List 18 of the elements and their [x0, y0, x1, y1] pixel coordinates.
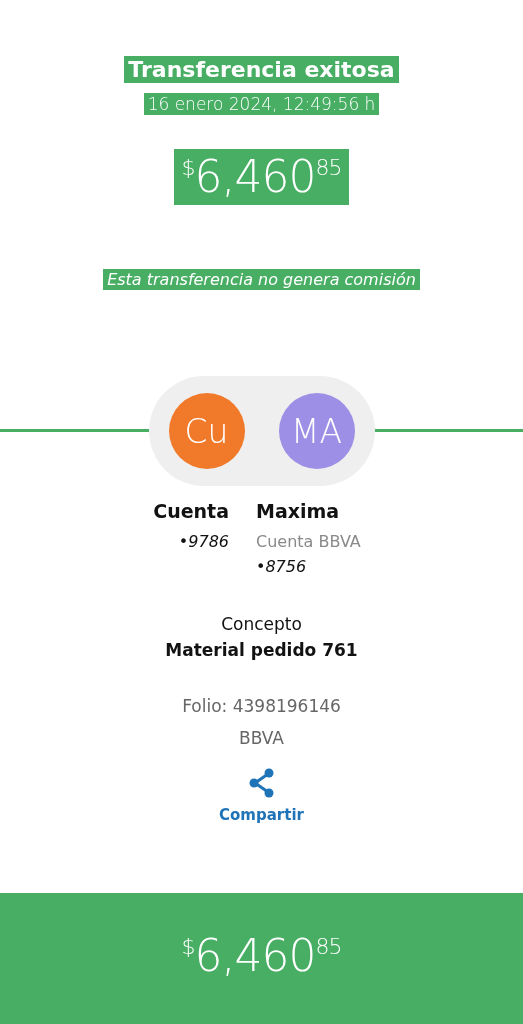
- share-icon[interactable]: [247, 768, 276, 798]
- commission-note: Esta transferencia no genera comisión: [103, 269, 420, 290]
- avatar: MA: [278, 393, 355, 469]
- concept-label: Concepto: [221, 614, 302, 634]
- party-name: Maxima: [256, 500, 341, 522]
- folio: Folio: 4398196146: [182, 696, 341, 716]
- account-number: •8756: [256, 557, 308, 576]
- share-link[interactable]: Compartir: [219, 806, 304, 824]
- page-title: Transferencia exitosa: [124, 56, 399, 83]
- concept-value: Material pedido 761: [165, 640, 358, 660]
- account-number: •9786: [178, 532, 229, 551]
- bank-name: Cuenta BBVA: [256, 532, 361, 551]
- date-time: 16 enero 2024, 12:49:56 h: [143, 93, 380, 115]
- avatar: Cu: [168, 393, 245, 469]
- bank-name: BBVA: [239, 728, 284, 748]
- amount: $^{$}$6,460$^{85}$: [181, 155, 342, 199]
- party-name: Cuenta: [153, 500, 229, 522]
- amount: $^{$}$6,460$^{85}$: [181, 933, 342, 978]
